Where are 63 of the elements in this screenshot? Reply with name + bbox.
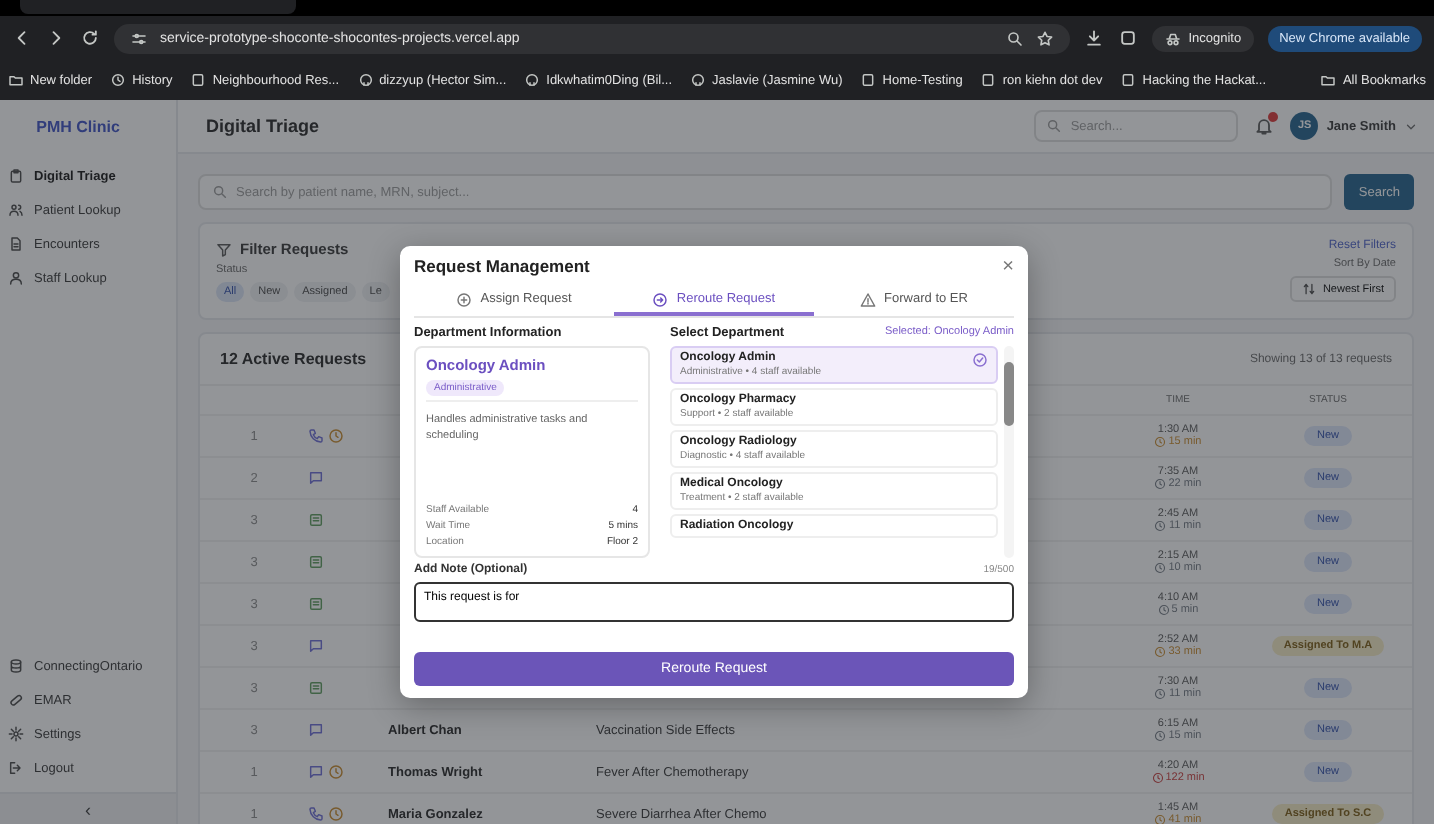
clock-icon [1154,814,1167,824]
caret-icon [1404,119,1418,133]
sort-icon [1302,282,1317,296]
scrollbar[interactable] [1004,346,1014,558]
notification-badge [1268,112,1279,122]
form-icon [308,512,324,528]
clock-icon [1154,520,1167,532]
dialog-title: Request Management [414,256,590,276]
clock-icon [1154,562,1167,574]
page-title: Digital Triage [206,116,320,136]
page-icon [1120,72,1137,88]
phone-icon [308,428,324,444]
document-icon [8,236,24,252]
download-icon[interactable] [1084,28,1105,48]
form-icon [308,554,324,570]
clock-icon [328,428,344,444]
user-icon [8,270,24,286]
phone-icon [308,806,324,822]
pill-icon [8,692,24,708]
form-icon [308,596,324,612]
user-plus-icon [456,291,473,307]
database-icon [8,658,24,674]
clock-icon [1151,772,1164,784]
extension-icon[interactable] [1118,28,1139,48]
page-icon [190,72,207,88]
clock-icon [1157,604,1170,616]
check-circle-icon [972,352,988,368]
star-icon [1036,29,1055,47]
form-icon [308,680,324,696]
search-icon [1046,118,1063,134]
clock-icon [1154,730,1167,742]
users-icon [8,202,24,218]
clock-icon [1154,436,1167,448]
message-icon [308,722,324,738]
site-info-icon [130,29,148,47]
message-icon [308,470,324,486]
search-icon [212,184,228,200]
requests-count: 12 Active Requests [220,350,367,368]
reload-icon[interactable] [80,28,100,48]
filter-icon [216,241,232,257]
incognito-icon [1164,29,1183,47]
bell-icon [1254,116,1275,136]
reroute-icon [652,291,669,307]
history-icon [110,72,127,88]
clock-icon [328,806,344,822]
clipboard-icon [8,168,24,184]
settings-icon [8,726,24,742]
folder-icon [8,72,24,88]
clock-icon [328,764,344,780]
warning-icon [860,291,877,307]
folder-icon [1320,72,1337,88]
search-icon [1006,29,1025,47]
clock-icon [1154,478,1167,490]
clock-icon [1154,646,1167,658]
clock-icon [1154,688,1167,700]
page-icon [860,72,877,88]
logout-icon [8,760,24,776]
clinic-logo: PMH Clinic [34,115,122,139]
page-icon [980,72,997,88]
message-icon [308,638,324,654]
close-button[interactable]: × [1002,255,1014,277]
collapse-button[interactable]: ‹ [0,792,176,824]
message-icon [308,764,324,780]
